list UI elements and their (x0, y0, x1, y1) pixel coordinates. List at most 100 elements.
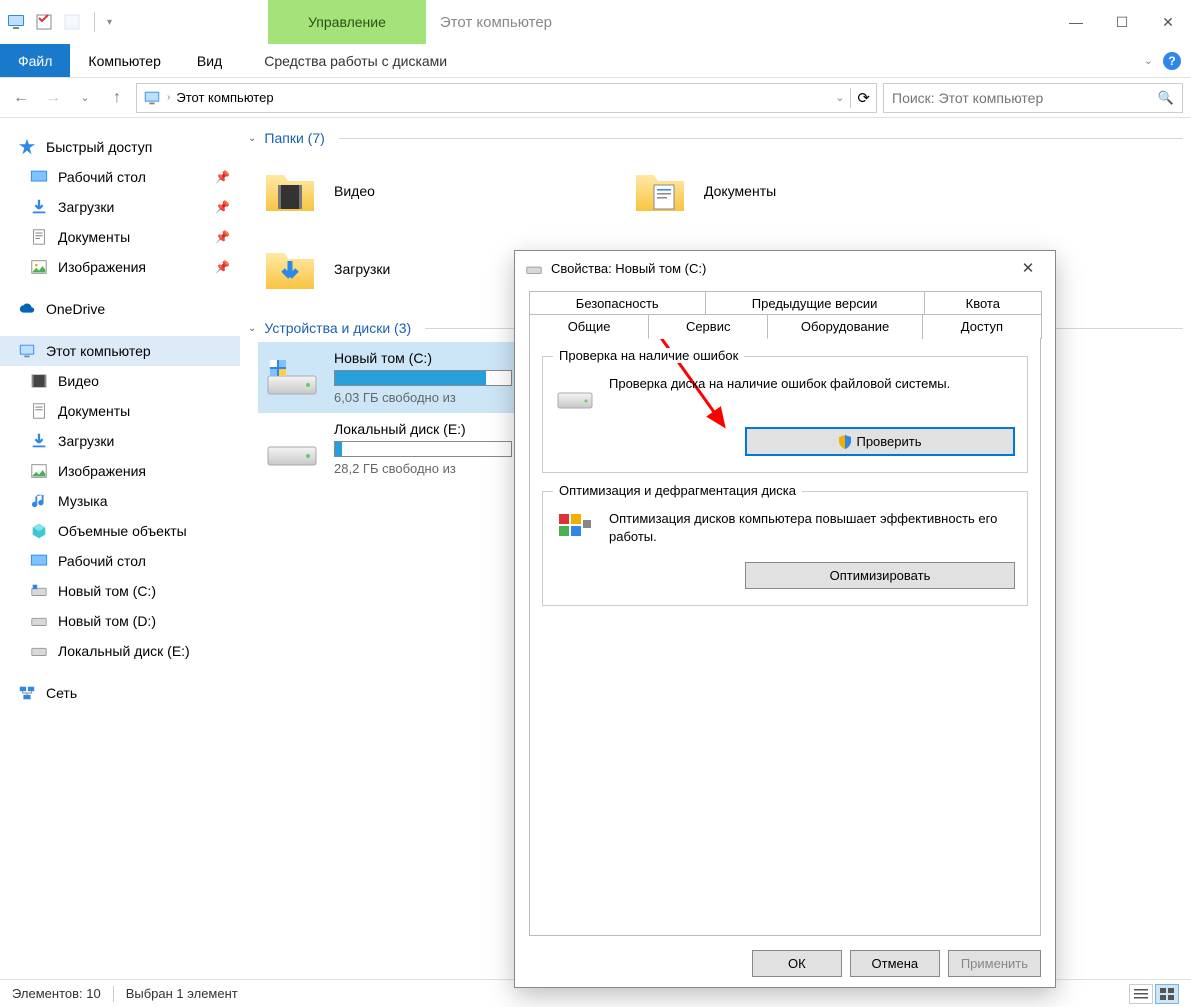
apply-button[interactable]: Применить (948, 950, 1041, 977)
folder-item-videos[interactable]: Видео (258, 152, 628, 230)
drive-item-c[interactable]: Новый том (C:) 6,03 ГБ свободно из (258, 342, 518, 413)
check-button[interactable]: Проверить (745, 427, 1015, 456)
video-icon (30, 372, 48, 390)
pin-icon: 📌 (215, 170, 230, 184)
sidebar-this-pc[interactable]: Этот компьютер (0, 336, 240, 366)
titlebar: ▾ Управление Этот компьютер — ☐ ✕ (0, 0, 1191, 44)
view-details-button[interactable] (1129, 984, 1153, 1004)
address-segment[interactable]: Этот компьютер (176, 90, 273, 105)
sidebar-item-downloads[interactable]: Загрузки (0, 426, 240, 456)
pin-icon: 📌 (215, 230, 230, 244)
sidebar-item-label: Музыка (58, 493, 108, 509)
tab-previous-versions[interactable]: Предыдущие версии (705, 291, 925, 315)
sidebar-onedrive[interactable]: OneDrive (0, 294, 240, 324)
tab-view[interactable]: Вид (179, 44, 240, 77)
view-icons-button[interactable] (1155, 984, 1179, 1004)
qat-dropdown-icon[interactable]: ▾ (107, 17, 112, 28)
pin-icon: 📌 (215, 260, 230, 274)
sidebar-item-drive-c[interactable]: Новый том (C:) (0, 576, 240, 606)
sidebar-item-documents[interactable]: Документы 📌 (0, 222, 240, 252)
star-icon (18, 138, 36, 156)
drive-icon (30, 642, 48, 660)
dialog-titlebar[interactable]: Свойства: Новый том (C:) ✕ (515, 251, 1055, 285)
drive-usage-bar (334, 370, 512, 386)
status-item-count: Элементов: 10 (12, 986, 101, 1001)
sidebar-item-desktop[interactable]: Рабочий стол (0, 546, 240, 576)
sidebar-item-drive-e[interactable]: Локальный диск (E:) (0, 636, 240, 666)
minimize-button[interactable]: — (1053, 0, 1099, 44)
tab-file[interactable]: Файл (0, 44, 70, 77)
sidebar-item-videos[interactable]: Видео (0, 366, 240, 396)
sidebar-item-label: Рабочий стол (58, 553, 146, 569)
up-button[interactable]: ↑ (104, 85, 130, 111)
sidebar-item-pictures[interactable]: Изображения (0, 456, 240, 486)
dialog-title: Свойства: Новый том (C:) (551, 261, 706, 276)
context-tab-manage[interactable]: Управление (268, 0, 426, 44)
properties-icon[interactable] (34, 12, 54, 32)
sidebar-item-label: Новый том (D:) (58, 613, 156, 629)
tab-disk-tools[interactable]: Средства работы с дисками (246, 44, 465, 77)
back-button[interactable]: ← (8, 85, 34, 111)
tab-general[interactable]: Общие (529, 314, 649, 339)
sidebar-item-label: Локальный диск (E:) (58, 643, 190, 659)
pc-icon (6, 12, 26, 32)
expand-ribbon-icon[interactable]: ⌄ (1144, 54, 1153, 67)
chevron-down-icon: ⌄ (248, 323, 256, 334)
refresh-icon[interactable]: ⟳ (857, 89, 870, 107)
sidebar-item-label: Видео (58, 373, 99, 389)
sidebar-item-3d-objects[interactable]: Объемные объекты (0, 516, 240, 546)
tab-quota[interactable]: Квота (924, 291, 1042, 315)
groupbox-optimize: Оптимизация и дефрагментация диска Оптим… (542, 491, 1028, 606)
drive-item-e[interactable]: Локальный диск (E:) 28,2 ГБ свободно из (258, 413, 518, 484)
recent-dropdown-icon[interactable]: ⌄ (72, 85, 98, 111)
folder-item-documents[interactable]: Документы (628, 152, 998, 230)
groupbox-desc: Проверка диска на наличие ошибок файлово… (609, 375, 1015, 393)
status-selection: Выбран 1 элемент (126, 986, 238, 1001)
tab-tools[interactable]: Сервис (648, 314, 768, 339)
search-input[interactable] (892, 90, 1158, 106)
close-button[interactable]: ✕ (1145, 0, 1191, 44)
optimize-button[interactable]: Оптимизировать (745, 562, 1015, 589)
sidebar-item-desktop[interactable]: Рабочий стол 📌 (0, 162, 240, 192)
drive-name: Новый том (C:) (334, 350, 512, 366)
ok-button[interactable]: ОК (752, 950, 842, 977)
search-icon[interactable]: 🔍 (1158, 90, 1174, 106)
properties-dialog: Свойства: Новый том (C:) ✕ Безопасность … (514, 250, 1056, 988)
sidebar-item-pictures[interactable]: Изображения 📌 (0, 252, 240, 282)
sidebar-item-music[interactable]: Музыка (0, 486, 240, 516)
sidebar-item-label: Этот компьютер (46, 343, 151, 359)
search-box[interactable]: 🔍 (883, 83, 1183, 113)
maximize-button[interactable]: ☐ (1099, 0, 1145, 44)
address-dropdown-icon[interactable]: ⌄ (835, 91, 844, 104)
cube-icon (30, 522, 48, 540)
section-header-folders[interactable]: ⌄ Папки (7) (240, 128, 1191, 148)
help-icon[interactable]: ? (1163, 52, 1181, 70)
new-folder-icon[interactable] (62, 12, 82, 32)
sidebar-item-label: Изображения (58, 463, 146, 479)
sidebar-item-downloads[interactable]: Загрузки 📌 (0, 192, 240, 222)
close-icon[interactable]: ✕ (1011, 256, 1045, 280)
sidebar-item-label: OneDrive (46, 301, 105, 317)
drive-icon (30, 612, 48, 630)
navigation-pane: Быстрый доступ Рабочий стол 📌 Загрузки 📌… (0, 118, 240, 979)
sidebar-item-drive-d[interactable]: Новый том (D:) (0, 606, 240, 636)
sidebar-network[interactable]: Сеть (0, 678, 240, 708)
folder-label: Видео (334, 183, 375, 199)
folder-icon (262, 163, 318, 219)
drive-icon (30, 582, 48, 600)
network-icon (18, 684, 36, 702)
shield-icon (838, 435, 852, 449)
sidebar-quick-access[interactable]: Быстрый доступ (0, 132, 240, 162)
cancel-button[interactable]: Отмена (850, 950, 940, 977)
sidebar-item-label: Загрузки (58, 433, 114, 449)
address-bar[interactable]: › Этот компьютер ⌄ ⟳ (136, 83, 877, 113)
groupbox-error-check: Проверка на наличие ошибок Проверка диск… (542, 356, 1028, 473)
tab-sharing[interactable]: Доступ (922, 314, 1042, 339)
chevron-right-icon[interactable]: › (167, 92, 170, 103)
forward-button[interactable]: → (40, 85, 66, 111)
folder-label: Загрузки (334, 261, 390, 277)
tab-security[interactable]: Безопасность (529, 291, 706, 315)
tab-computer[interactable]: Компьютер (70, 44, 178, 77)
sidebar-item-documents[interactable]: Документы (0, 396, 240, 426)
tab-hardware[interactable]: Оборудование (767, 314, 923, 339)
